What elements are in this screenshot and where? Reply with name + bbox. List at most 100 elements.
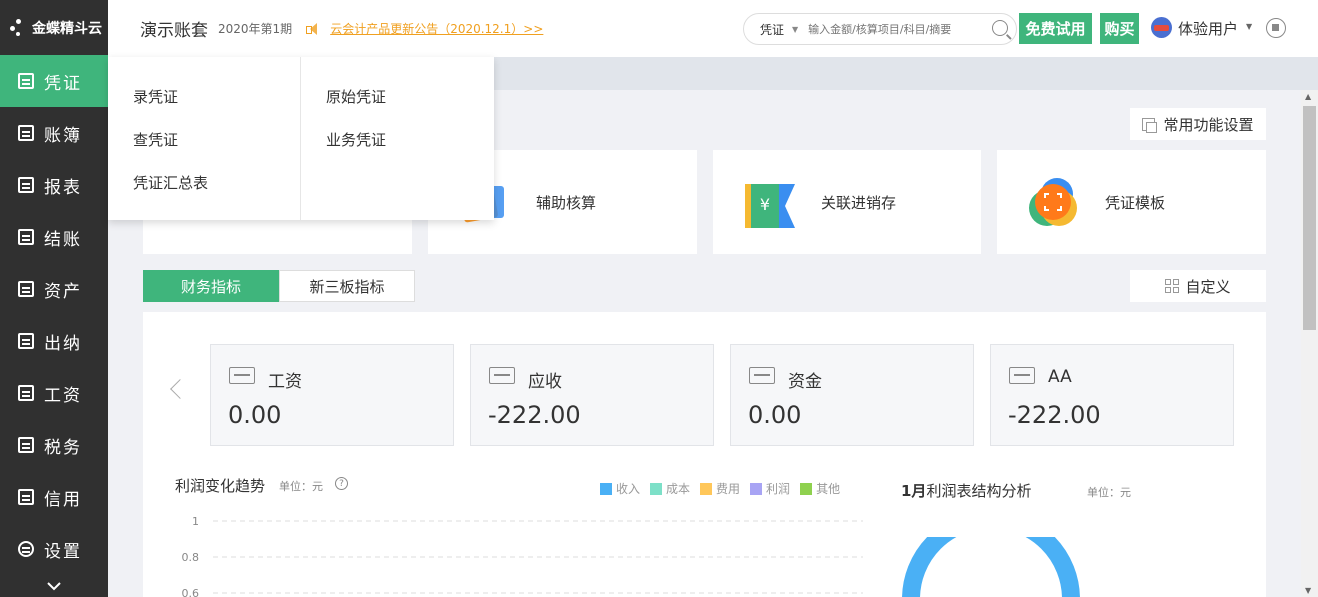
metric-name: 资金 — [788, 372, 822, 392]
legend-swatch — [750, 482, 763, 495]
report-icon — [18, 177, 34, 193]
legend-swatch — [600, 482, 612, 495]
vertical-scrollbar[interactable]: ▲ ▼ — [1301, 90, 1318, 597]
free-trial-button[interactable]: 免费试用 — [1019, 13, 1092, 44]
indicator-panel: 工资 0.00 应收 -222.00 资金 0.00 AA -222.00 利润… — [143, 312, 1266, 597]
metric-value: -222.00 — [1008, 401, 1101, 429]
sidebar-item-cashier[interactable]: 出纳 — [0, 315, 108, 367]
menu-item-original-voucher[interactable]: 原始凭证 — [301, 77, 492, 120]
tab-financial-indicators[interactable]: 财务指标 — [143, 270, 279, 302]
sidebar-item-report[interactable]: 报表 — [0, 159, 108, 211]
chevron-down-icon[interactable] — [0, 575, 108, 597]
help-icon[interactable]: ? — [335, 477, 348, 490]
buy-button[interactable]: 购买 — [1100, 13, 1139, 44]
dropdown-column: 录凭证 查凭证 凭证汇总表 — [108, 57, 300, 220]
search-type-select[interactable]: 凭证 — [760, 21, 784, 38]
copy-icon — [1142, 117, 1158, 133]
search-input[interactable] — [808, 22, 979, 36]
legend-swatch — [800, 482, 813, 495]
wallet-icon — [229, 367, 255, 384]
brand-name: 金蝶精斗云 — [32, 20, 102, 37]
legend-item-profit[interactable]: 利润 — [750, 480, 790, 497]
ledger-icon — [18, 125, 34, 141]
metric-card-salary[interactable]: 工资 0.00 — [210, 344, 454, 446]
func-card-inventory[interactable]: ¥ 关联进销存 — [713, 150, 981, 254]
legend-item-expense[interactable]: 费用 — [700, 480, 740, 497]
y-tick-label: 0.8 — [182, 551, 200, 564]
pie-chart-unit: 单位：元 — [1087, 486, 1131, 499]
menu-item-business-voucher[interactable]: 业务凭证 — [301, 120, 492, 163]
sidebar-item-label: 出纳 — [44, 333, 82, 354]
credit-icon — [18, 489, 34, 505]
metric-name: 工资 — [268, 372, 302, 392]
chevron-left-icon[interactable] — [170, 379, 190, 399]
metric-card-aa[interactable]: AA -222.00 — [990, 344, 1234, 446]
metric-value: 0.00 — [748, 401, 802, 429]
search-icon[interactable] — [992, 20, 1008, 36]
scroll-down-arrow-icon[interactable]: ▼ — [1305, 586, 1311, 595]
sidebar: 金蝶精斗云 凭证 账簿 报表 结账 资产 出纳 工资 税务 信用 设置 — [0, 0, 108, 597]
func-card-voucher-template[interactable]: 凭证模板 — [997, 150, 1266, 254]
top-header: 演示账套 2020年第1期 云会计产品更新公告（2020.12.1）>> 凭证 … — [108, 0, 1318, 57]
legend-item-cost[interactable]: 成本 — [650, 480, 690, 497]
checkbox-icon — [18, 229, 34, 245]
trend-chart: 1 0.8 0.6 — [182, 515, 863, 597]
pie-ring-segment[interactable] — [902, 537, 1080, 597]
caret-down-icon[interactable]: ▼ — [792, 25, 798, 34]
menu-item-enter-voucher[interactable]: 录凭证 — [108, 77, 300, 120]
skin-icon[interactable] — [1266, 18, 1286, 38]
logo-icon — [10, 18, 28, 37]
sidebar-item-closing[interactable]: 结账 — [0, 211, 108, 263]
sidebar-item-settings[interactable]: 设置 — [0, 523, 108, 575]
notice-link[interactable]: 云会计产品更新公告（2020.12.1）>> — [330, 20, 543, 37]
caret-down-icon[interactable]: ▼ — [1246, 22, 1252, 31]
sidebar-item-ledger[interactable]: 账簿 — [0, 107, 108, 159]
brand-logo[interactable]: 金蝶精斗云 — [0, 0, 108, 55]
scroll-up-arrow-icon[interactable]: ▲ — [1305, 92, 1311, 101]
avatar[interactable] — [1151, 17, 1172, 38]
sidebar-item-tax[interactable]: 税务 — [0, 419, 108, 471]
svg-text:¥: ¥ — [760, 195, 770, 214]
legend-item-income[interactable]: 收入 — [600, 480, 640, 497]
cashier-icon — [18, 333, 34, 349]
sidebar-item-label: 资产 — [44, 281, 82, 302]
sidebar-item-label: 税务 — [44, 437, 82, 458]
global-search: 凭证 ▼ — [743, 13, 1017, 45]
assets-icon — [18, 281, 34, 297]
grid-icon — [1165, 279, 1180, 293]
account-title[interactable]: 演示账套 — [140, 16, 208, 41]
sidebar-item-label: 工资 — [44, 385, 82, 406]
button-label: 常用功能设置 — [1163, 116, 1254, 134]
scroll-thumb[interactable] — [1303, 106, 1316, 330]
tax-icon — [18, 437, 34, 453]
trend-legend: 收入 成本 费用 利润 其他 — [600, 480, 850, 497]
sidebar-item-label: 凭证 — [44, 73, 82, 94]
metric-card-receivable[interactable]: 应收 -222.00 — [470, 344, 714, 446]
pie-chart-title: 1月利润表结构分析 — [901, 480, 1031, 501]
menu-item-voucher-summary[interactable]: 凭证汇总表 — [108, 163, 300, 206]
legend-swatch — [650, 482, 663, 495]
legend-label: 收入 — [616, 482, 641, 496]
func-card-label: 凭证模板 — [1105, 193, 1166, 212]
sidebar-item-salary[interactable]: 工资 — [0, 367, 108, 419]
sidebar-item-credit[interactable]: 信用 — [0, 471, 108, 523]
metric-name: 应收 — [528, 372, 562, 392]
func-card-label: 辅助核算 — [536, 193, 597, 212]
legend-label: 其他 — [816, 482, 841, 496]
sidebar-item-assets[interactable]: 资产 — [0, 263, 108, 315]
pie-title-month: 1月 — [901, 482, 927, 500]
template-icon — [1027, 176, 1079, 228]
legend-item-other[interactable]: 其他 — [800, 480, 840, 497]
metric-card-funds[interactable]: 资金 0.00 — [730, 344, 974, 446]
user-name[interactable]: 体验用户 — [1178, 18, 1238, 39]
tab-neeq-indicators[interactable]: 新三板指标 — [279, 270, 415, 302]
common-settings-button[interactable]: 常用功能设置 — [1130, 108, 1266, 140]
sidebar-item-voucher[interactable]: 凭证 — [0, 55, 108, 107]
customize-button[interactable]: 自定义 — [1130, 270, 1266, 302]
sidebar-item-label: 信用 — [44, 489, 82, 510]
metric-name: AA — [1048, 367, 1072, 387]
menu-item-query-voucher[interactable]: 查凭证 — [108, 120, 300, 163]
legend-label: 费用 — [716, 482, 741, 496]
speaker-icon — [306, 22, 318, 35]
dropdown-column: 原始凭证 业务凭证 — [300, 57, 492, 220]
